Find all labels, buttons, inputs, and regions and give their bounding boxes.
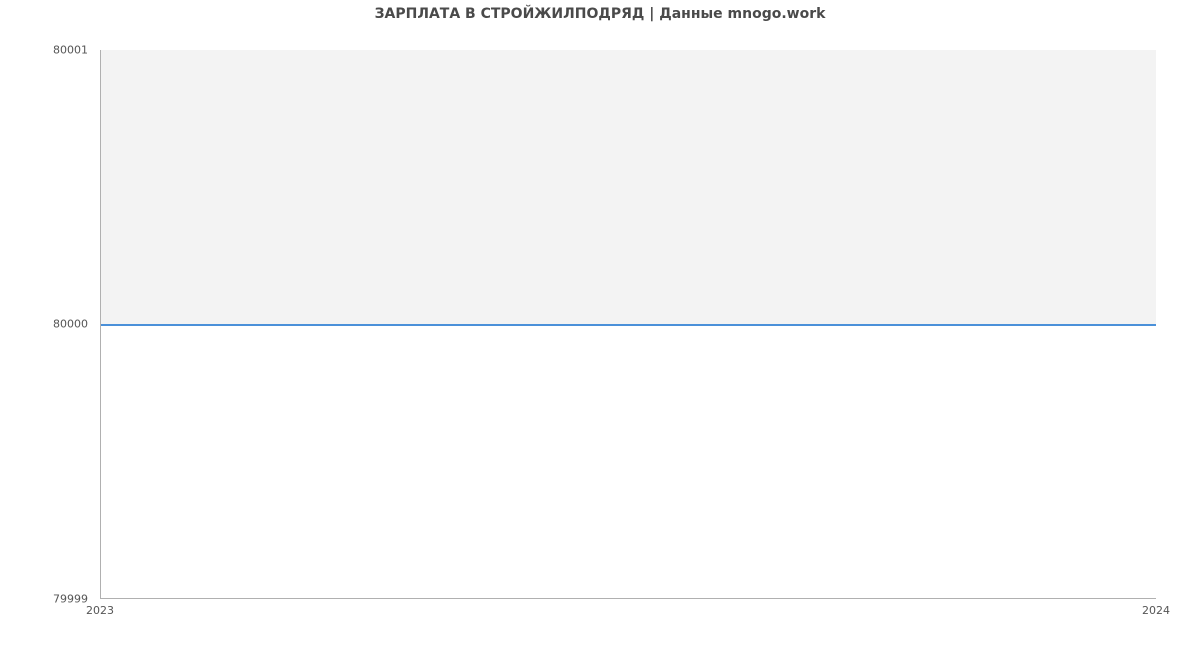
chart-title: ЗАРПЛАТА В СТРОЙЖИЛПОДРЯД | Данные mnogo… [0, 6, 1200, 22]
x-tick-label-right: 2024 [1142, 604, 1170, 617]
y-tick-label-top: 80001 [0, 44, 94, 57]
chart-container: ЗАРПЛАТА В СТРОЙЖИЛПОДРЯД | Данные mnogo… [0, 0, 1200, 650]
x-tick-label-left: 2023 [86, 604, 114, 617]
series-line-salary [101, 324, 1156, 326]
plot-lower-band [101, 325, 1156, 598]
y-tick-label-bottom: 79999 [0, 593, 94, 606]
plot-area [100, 50, 1156, 599]
y-tick-label-mid: 80000 [0, 318, 94, 331]
